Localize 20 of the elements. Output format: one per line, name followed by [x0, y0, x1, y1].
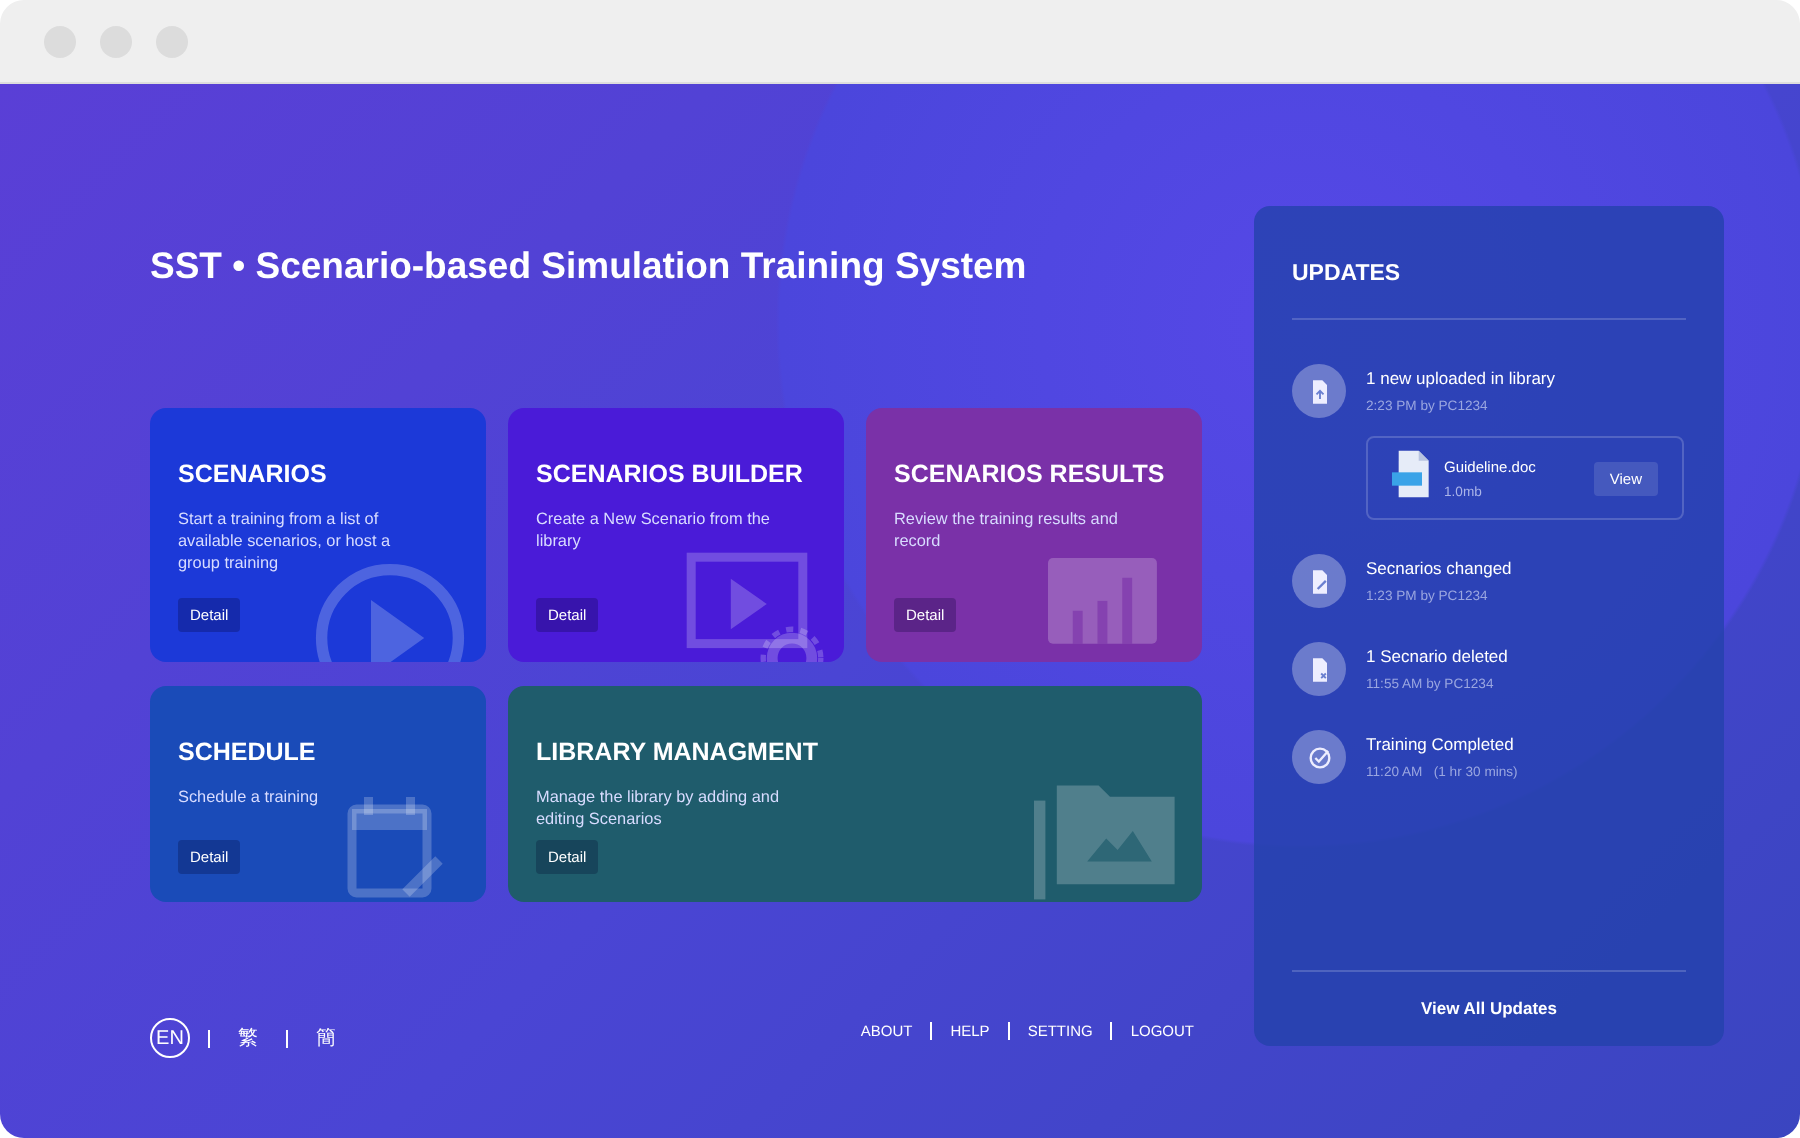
language-option[interactable]: 繁 — [228, 1018, 268, 1058]
card-title: SCENARIOS — [178, 460, 329, 488]
card-description: Schedule a training — [178, 786, 321, 808]
update-title: 1 new uploaded in library — [1366, 368, 1558, 388]
card-title: LIBRARY MANAGMENT — [536, 738, 820, 766]
language-option[interactable]: EN — [150, 1018, 190, 1058]
card-title: SCHEDULE — [178, 738, 318, 766]
update-title: Training Completed — [1366, 734, 1516, 754]
card-description: Manage the library by adding and editing Scenarios — [536, 786, 782, 830]
update-title: 1 Secnario deleted — [1366, 646, 1508, 666]
page-title: SST • Scenario-based Simulation Training System — [150, 244, 1029, 288]
view-all-link[interactable]: View All Updates — [1292, 998, 1686, 1018]
card-description: Review the training results and record — [894, 508, 1120, 552]
card-title: SCENARIOS BUILDER — [536, 460, 805, 488]
language-option[interactable]: 簡 — [306, 1018, 346, 1058]
update-title: Secnarios changed — [1366, 558, 1512, 578]
card-description: Create a New Scenario from the library — [536, 508, 772, 552]
panel-title: UPDATES — [1292, 262, 1403, 286]
card-description: Start a training from a list of available scenarios, or host a group training — [178, 508, 393, 574]
card-title: SCENARIOS RESULTS — [894, 460, 1167, 488]
